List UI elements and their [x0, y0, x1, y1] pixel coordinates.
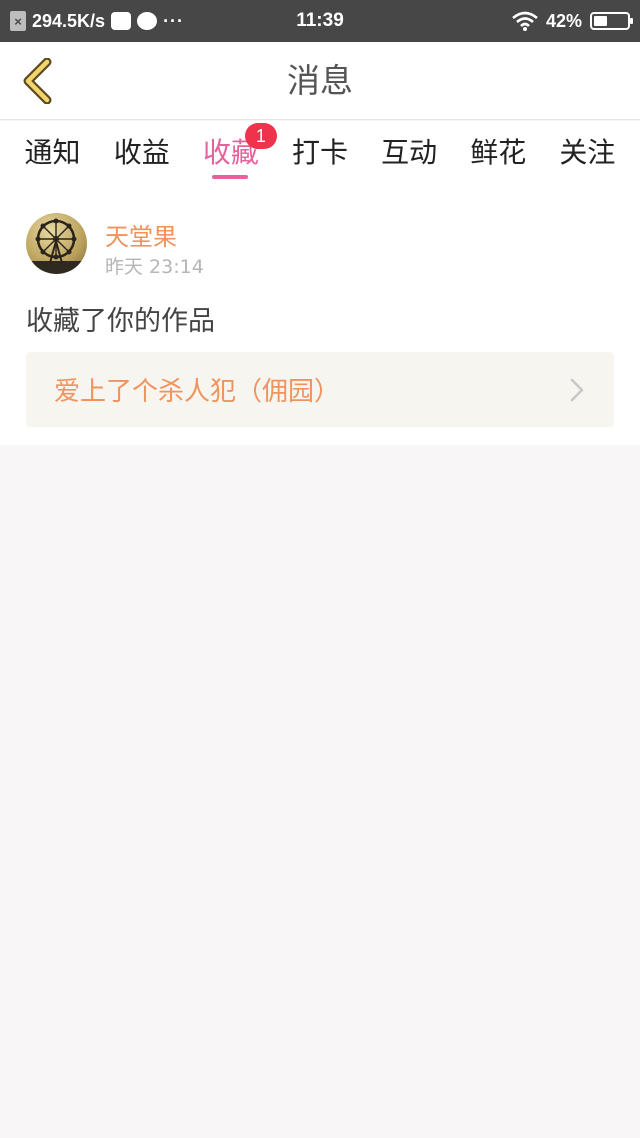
tab-label: 通知 — [24, 136, 81, 169]
tab-interactions[interactable]: 互动 — [369, 121, 449, 189]
back-button[interactable] — [12, 54, 62, 108]
message-time: 昨天 23:14 — [105, 256, 204, 278]
tab-notifications[interactable]: 通知 — [13, 121, 93, 189]
more-notifications-icon: ··· — [163, 10, 185, 31]
tab-label: 关注 — [559, 136, 616, 169]
tab-label: 收益 — [113, 136, 170, 169]
tab-favorites[interactable]: 收藏 1 — [191, 121, 277, 189]
message-text: 收藏了你的作品 — [26, 306, 215, 337]
no-sim-icon: × — [10, 11, 26, 31]
tab-label-wrap: 收藏 1 — [203, 123, 277, 171]
tab-following[interactable]: 关注 — [547, 121, 627, 189]
work-link[interactable]: 爱上了个杀人犯（佣园） — [26, 352, 614, 427]
battery-percent: 42% — [545, 10, 582, 31]
tab-label: 鲜花 — [470, 136, 527, 169]
wifi-icon — [512, 11, 538, 31]
active-tab-indicator — [211, 175, 248, 179]
page-title: 消息 — [287, 61, 353, 100]
tab-earnings[interactable]: 收益 — [102, 121, 182, 189]
chevron-right-icon — [568, 378, 586, 402]
battery-level — [594, 16, 607, 26]
browser-app-icon — [137, 12, 158, 30]
status-left: × 294.5K/s ··· — [10, 0, 184, 42]
tab-label: 互动 — [381, 136, 438, 169]
avatar[interactable] — [26, 213, 87, 274]
tab-label: 打卡 — [291, 136, 348, 169]
battery-icon — [590, 12, 633, 30]
status-right: 42% — [512, 0, 633, 42]
ferris-wheel-image — [26, 218, 87, 274]
message-card: 天堂果 昨天 23:14 收藏了你的作品 爱上了个杀人犯（佣园） — [0, 189, 640, 445]
network-speed: 294.5K/s — [32, 10, 106, 31]
unread-badge: 1 — [244, 123, 277, 149]
message-app-icon — [111, 12, 132, 30]
back-arrow-icon — [23, 58, 52, 104]
tab-checkin[interactable]: 打卡 — [280, 121, 360, 189]
tab-flowers[interactable]: 鲜花 — [458, 121, 538, 189]
app-header: 消息 — [0, 42, 640, 120]
tab-bar: 通知 收益 收藏 1 打卡 互动 鲜花 关注 — [0, 121, 640, 189]
sender-name[interactable]: 天堂果 — [105, 217, 177, 252]
status-bar: × 294.5K/s ··· 11:39 42% — [0, 0, 640, 42]
work-title: 爱上了个杀人犯（佣园） — [54, 377, 341, 407]
